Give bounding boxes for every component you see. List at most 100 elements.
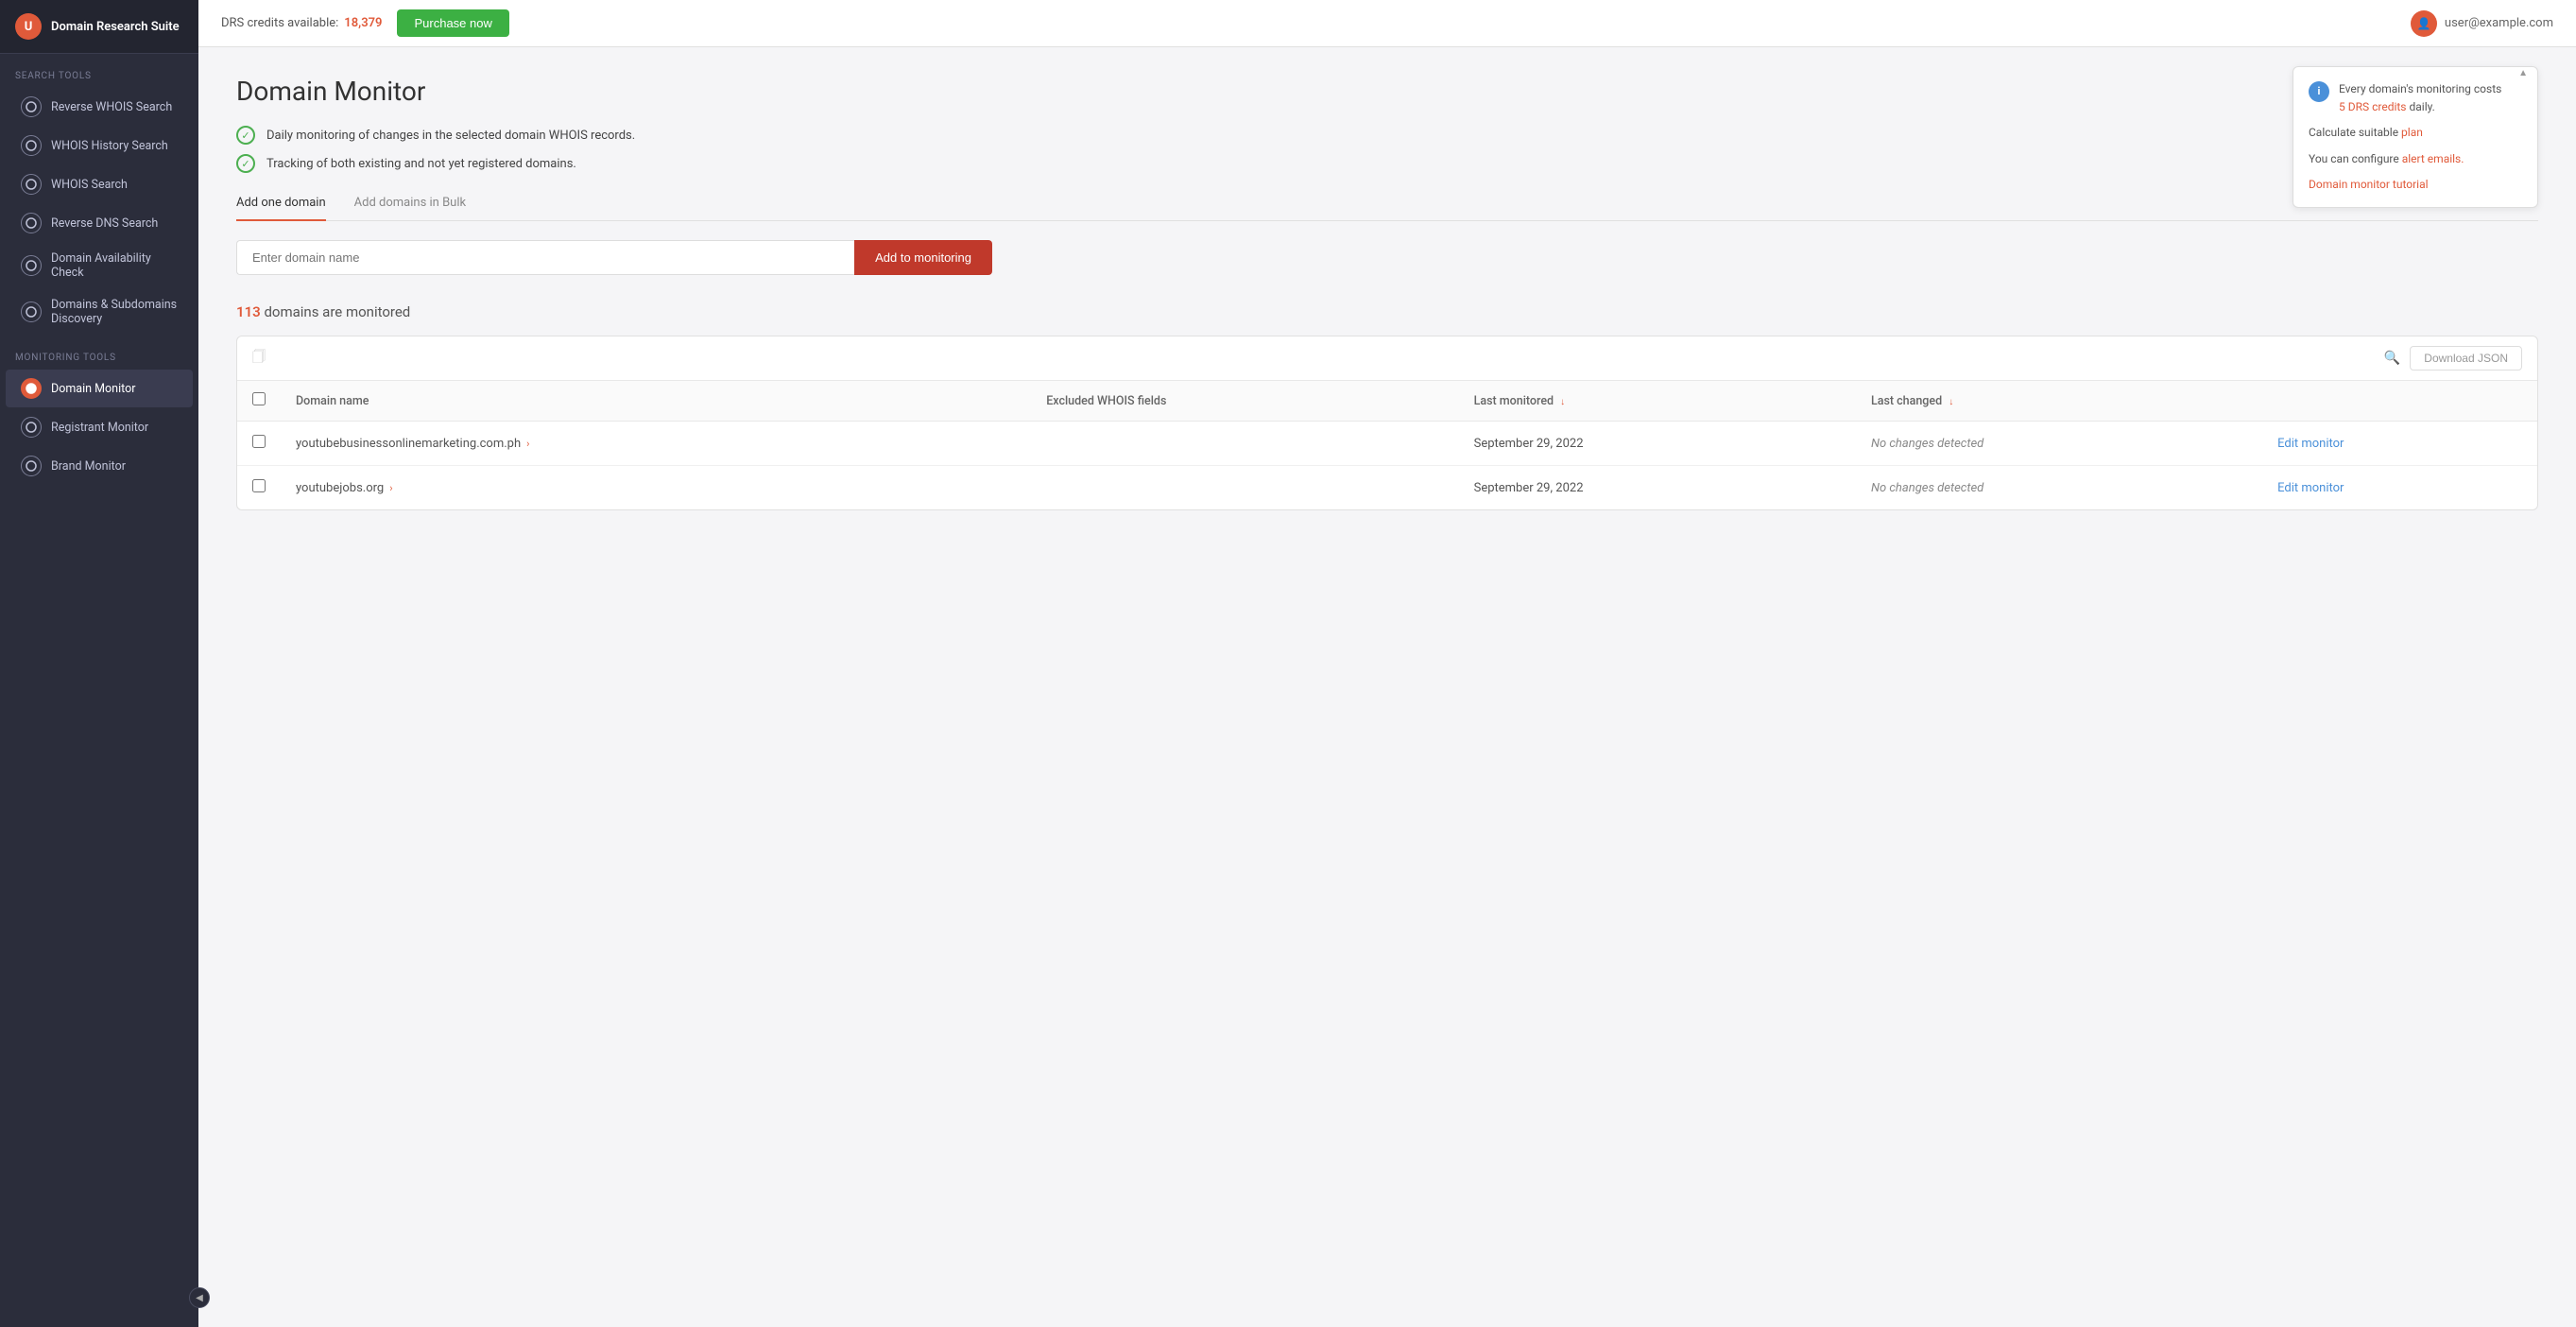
info-popup: ▲ i Every domain's monitoring costs 5 DR… [2293, 66, 2538, 208]
sidebar-item-label-reverse-dns: Reverse DNS Search [51, 216, 158, 231]
info-credits-link[interactable]: 5 DRS credits [2339, 100, 2407, 113]
row-checkbox-cell-1 [237, 466, 281, 510]
info-popup-body: Every domain's monitoring costs 5 DRS cr… [2339, 80, 2501, 116]
sidebar-item-label-reverse-whois: Reverse WHOIS Search [51, 100, 172, 114]
th-last-monitored[interactable]: Last monitored ↓ [1459, 381, 1856, 422]
domain-name-text-0: youtubebusinessonlinemarketing.com.ph [296, 437, 521, 451]
row-excluded-whois-0 [1031, 422, 1458, 466]
row-excluded-whois-1 [1031, 466, 1458, 510]
row-last-monitored-1: September 29, 2022 [1459, 466, 1856, 510]
info-plan-text: Calculate suitable [2309, 126, 2398, 139]
domain-table: Domain name Excluded WHOIS fields Last m… [237, 381, 2537, 509]
sidebar-item-reverse-dns[interactable]: Reverse DNS Search [6, 204, 193, 242]
main-content: DRS credits available: 18,379 Purchase n… [198, 0, 2576, 1327]
info-icon: i [2309, 81, 2329, 102]
th-last-changed-label: Last changed [1871, 394, 1942, 408]
row-domain-1: youtubejobs.org › [281, 466, 1031, 510]
row-checkbox-0[interactable] [252, 435, 266, 448]
feature-item-1: ✓ Tracking of both existing and not yet … [236, 154, 2538, 173]
info-daily-text: daily. [2409, 100, 2434, 113]
select-all-checkbox[interactable] [252, 392, 266, 405]
edit-monitor-link-1[interactable]: Edit monitor [2277, 481, 2344, 495]
row-last-changed-0: No changes detected [1856, 422, 2262, 466]
purchase-now-button[interactable]: Purchase now [397, 9, 508, 37]
whois-history-icon [21, 135, 42, 156]
domain-name-text-1: youtubejobs.org [296, 481, 384, 495]
table-toolbar-delete-icon[interactable]: 🗍 [252, 347, 266, 370]
domains-discovery-icon [21, 302, 42, 322]
row-edit-1: Edit monitor [2262, 466, 2537, 510]
sidebar-collapse-button[interactable]: ◀ [189, 1287, 210, 1308]
feature-text-0: Daily monitoring of changes in the selec… [266, 129, 635, 143]
topbar: DRS credits available: 18,379 Purchase n… [198, 0, 2576, 47]
th-excluded-whois-label: Excluded WHOIS fields [1046, 394, 1166, 408]
sidebar-item-registrant-monitor[interactable]: Registrant Monitor [6, 408, 193, 446]
user-avatar: 👤 [2411, 10, 2437, 37]
domain-availability-icon [21, 255, 42, 276]
info-popup-header: i Every domain's monitoring costs 5 DRS … [2309, 80, 2522, 116]
last-changed-sort-icon: ↓ [1949, 397, 1953, 407]
th-select-all [237, 381, 281, 422]
page-title: Domain Monitor [236, 76, 2538, 107]
th-last-changed[interactable]: Last changed ↓ [1856, 381, 2262, 422]
table-search-input[interactable] [275, 352, 2375, 366]
monitoring-tools-section-label: Monitoring tools [0, 336, 198, 369]
sidebar-item-domain-availability[interactable]: Domain Availability Check [6, 243, 193, 288]
sidebar: U Domain Research Suite Search tools Rev… [0, 0, 198, 1327]
info-alert-link[interactable]: alert emails. [2402, 152, 2464, 165]
tab-add-bulk[interactable]: Add domains in Bulk [354, 196, 466, 221]
edit-monitor-link-0[interactable]: Edit monitor [2277, 437, 2344, 451]
sidebar-logo: U [15, 13, 42, 40]
row-checkbox-cell-0 [237, 422, 281, 466]
download-json-button[interactable]: Download JSON [2410, 346, 2522, 371]
table-toolbar: 🗍 🔍 Download JSON [237, 336, 2537, 381]
monitored-text: domains are monitored [264, 303, 410, 320]
check-icon-0: ✓ [236, 126, 255, 145]
th-actions [2262, 381, 2537, 422]
sidebar-item-label-whois-search: WHOIS Search [51, 178, 128, 192]
sidebar-item-label-domain-availability: Domain Availability Check [51, 251, 178, 280]
credits-label: DRS credits available: [221, 16, 338, 30]
domain-name-input[interactable] [236, 240, 854, 275]
info-plan-link[interactable]: plan [2401, 126, 2423, 139]
feature-text-1: Tracking of both existing and not yet re… [266, 157, 576, 171]
info-alert-line: You can configure alert emails. [2309, 150, 2522, 168]
sidebar-item-reverse-whois[interactable]: Reverse WHOIS Search [6, 88, 193, 126]
sidebar-monitoring-items: Domain Monitor Registrant Monitor Brand … [0, 369, 198, 486]
sidebar-item-domain-monitor[interactable]: Domain Monitor [6, 370, 193, 407]
sidebar-item-label-domains-discovery: Domains & Subdomains Discovery [51, 298, 178, 326]
brand-monitor-icon [21, 456, 42, 476]
sidebar-item-whois-search[interactable]: WHOIS Search [6, 165, 193, 203]
info-plan-line: Calculate suitable plan [2309, 124, 2522, 142]
th-excluded-whois: Excluded WHOIS fields [1031, 381, 1458, 422]
sidebar-item-label-whois-history: WHOIS History Search [51, 139, 168, 153]
domain-input-row: Add to monitoring [236, 240, 992, 275]
add-to-monitoring-button[interactable]: Add to monitoring [854, 240, 992, 275]
reverse-whois-icon [21, 96, 42, 117]
row-checkbox-1[interactable] [252, 479, 266, 492]
table-header-row: Domain name Excluded WHOIS fields Last m… [237, 381, 2537, 422]
sidebar-item-brand-monitor[interactable]: Brand Monitor [6, 447, 193, 485]
sidebar-item-whois-history[interactable]: WHOIS History Search [6, 127, 193, 164]
sidebar-item-domains-discovery[interactable]: Domains & Subdomains Discovery [6, 289, 193, 335]
domain-link-arrow-0[interactable]: › [526, 438, 529, 450]
sidebar-search-items: Reverse WHOIS Search WHOIS History Searc… [0, 87, 198, 336]
info-popup-collapse-button[interactable]: ▲ [2518, 66, 2528, 81]
row-last-changed-1: No changes detected [1856, 466, 2262, 510]
sidebar-item-label-domain-monitor: Domain Monitor [51, 382, 135, 396]
info-body-text: Every domain's monitoring costs [2339, 82, 2501, 95]
th-domain-name-label: Domain name [296, 394, 369, 408]
domain-monitor-icon [21, 378, 42, 399]
tab-add-one[interactable]: Add one domain [236, 196, 326, 221]
whois-search-icon [21, 174, 42, 195]
table-row: youtubejobs.org › September 29, 2022 No … [237, 466, 2537, 510]
table-row: youtubebusinessonlinemarketing.com.ph › … [237, 422, 2537, 466]
reverse-dns-icon [21, 213, 42, 233]
domain-link-arrow-1[interactable]: › [389, 482, 392, 494]
info-tutorial-line: Domain monitor tutorial [2309, 176, 2522, 194]
domain-table-body: youtubebusinessonlinemarketing.com.ph › … [237, 422, 2537, 510]
sidebar-header: U Domain Research Suite [0, 0, 198, 54]
page-body: ▲ i Every domain's monitoring costs 5 DR… [198, 47, 2576, 1327]
feature-item-0: ✓ Daily monitoring of changes in the sel… [236, 126, 2538, 145]
info-tutorial-link[interactable]: Domain monitor tutorial [2309, 178, 2429, 191]
